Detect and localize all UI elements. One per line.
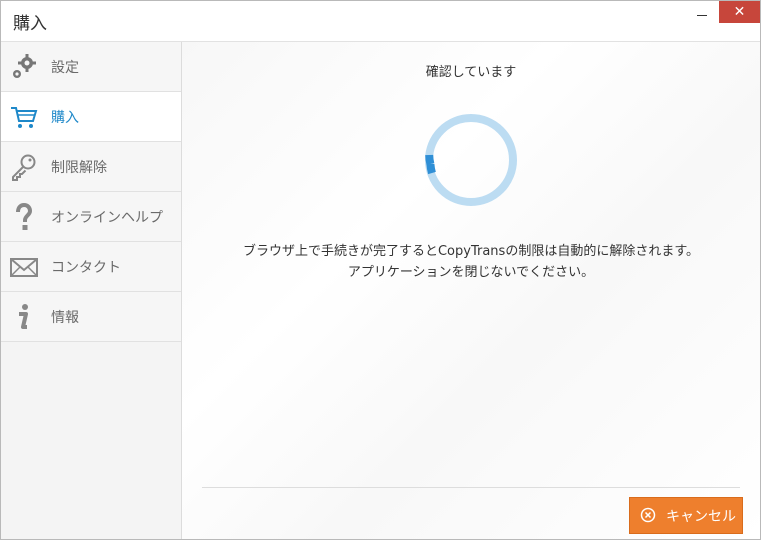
- cart-icon: [11, 107, 38, 128]
- main-panel: 確認しています ブラウザ上で手続きが完了するとCopyTransの制限は自動的に…: [182, 42, 760, 539]
- loading-spinner: [425, 114, 517, 206]
- sidebar-item-settings[interactable]: 設定: [1, 42, 181, 92]
- sidebar-item-label: 情報: [51, 310, 79, 326]
- title-bar: 購入 ✕: [1, 1, 760, 42]
- sidebar-item-info[interactable]: 情報: [1, 292, 181, 342]
- cancel-button[interactable]: キャンセル: [629, 497, 743, 534]
- cancel-button-label: キャンセル: [666, 509, 736, 525]
- close-icon: ✕: [733, 4, 746, 20]
- status-message: ブラウザ上で手続きが完了するとCopyTransの制限は自動的に解除されます。 …: [182, 241, 760, 283]
- sidebar-item-label: オンラインヘルプ: [51, 210, 163, 226]
- status-message-line: ブラウザ上で手続きが完了するとCopyTransの制限は自動的に解除されます。: [242, 244, 700, 259]
- envelope-icon: [10, 258, 38, 277]
- window-title: 購入: [13, 14, 47, 34]
- question-icon: [16, 202, 33, 230]
- sidebar-item-purchase[interactable]: 購入: [1, 92, 181, 142]
- sidebar: 設定 購入 制限解除 オンラインヘルプ コンタクト 情報: [1, 42, 182, 539]
- info-icon: [19, 304, 28, 329]
- sidebar-item-label: 制限解除: [51, 160, 107, 176]
- key-icon: [12, 154, 36, 181]
- footer-divider: [202, 487, 740, 488]
- sidebar-item-label: コンタクト: [51, 260, 121, 276]
- status-message-line: アプリケーションを閉じないでください。: [347, 265, 595, 280]
- status-title: 確認しています: [425, 65, 517, 80]
- sidebar-item-label: 設定: [51, 60, 79, 76]
- sidebar-item-contact[interactable]: コンタクト: [1, 242, 181, 292]
- sidebar-item-unlock[interactable]: 制限解除: [1, 142, 181, 192]
- close-button[interactable]: ✕: [719, 1, 760, 23]
- purchase-window: 購入 ✕ 設定 購入 制限解除 オンラインヘルプ コンタクト 情報 確認していま…: [0, 0, 761, 540]
- minimize-button[interactable]: [689, 1, 715, 23]
- cancel-circle-icon: [640, 507, 656, 523]
- gear-icon: [13, 54, 36, 78]
- sidebar-item-online-help[interactable]: オンラインヘルプ: [1, 192, 181, 242]
- sidebar-item-label: 購入: [51, 110, 79, 126]
